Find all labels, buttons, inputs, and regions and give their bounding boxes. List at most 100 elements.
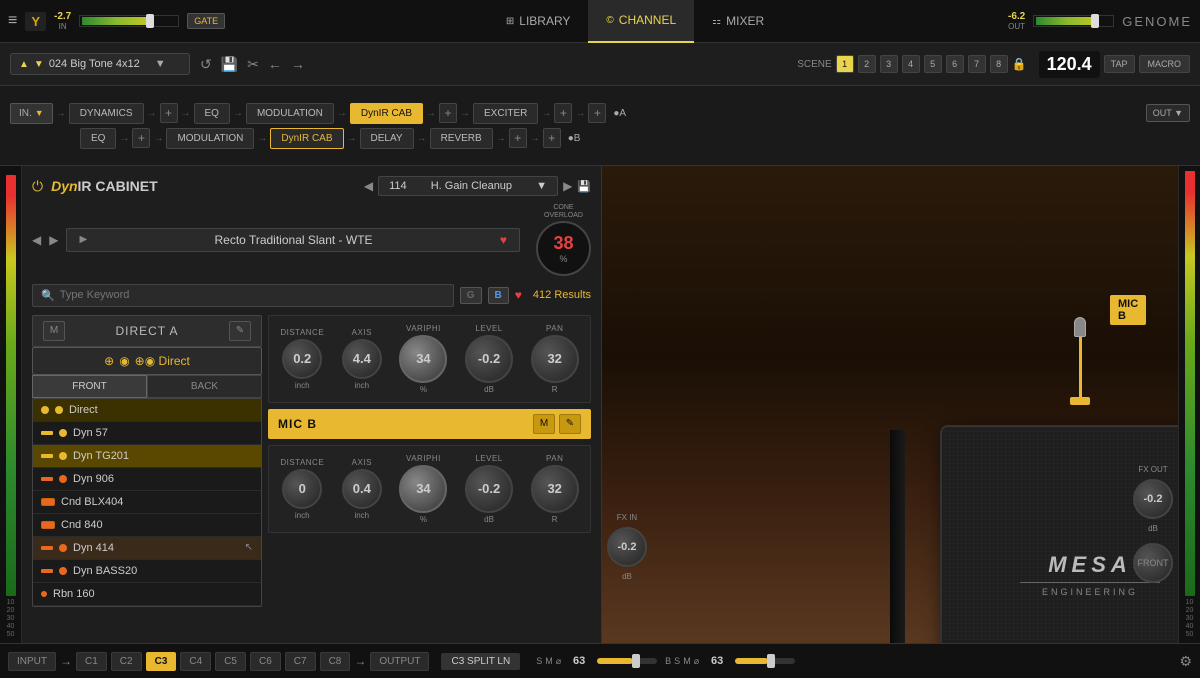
preset-down-arrow[interactable]: ▼ [34,59,44,70]
c2-btn[interactable]: C2 [111,652,142,671]
scene-btn-3[interactable]: 3 [880,55,898,73]
distance-knob-b[interactable]: 0 [282,469,322,509]
pan-knob-a[interactable]: 32 [531,335,579,383]
pan-knob-b[interactable]: 32 [531,465,579,513]
menu-icon[interactable]: ≡ [8,12,17,30]
direct-button[interactable]: ⊕ ◉ ⊕◉ Direct [32,347,262,375]
preset-next-arrow[interactable]: ▶ [563,179,572,193]
front-btn[interactable]: FRONT [32,375,147,398]
nav-channel[interactable]: © CHANNEL [588,0,694,43]
mic-item-bass20[interactable]: Dyn BASS20 [33,560,261,583]
channel-a-fader[interactable] [597,658,657,664]
eq-node-b[interactable]: EQ [80,128,116,149]
level-knob-b[interactable]: -0.2 [465,465,513,513]
chain-plus-3[interactable]: + [554,103,572,123]
mic-b-edit-btn[interactable]: ✎ [559,414,581,434]
heart-icon[interactable]: ♥ [500,233,507,247]
distance-knob-a[interactable]: 0.2 [282,339,322,379]
mic-item-tg201[interactable]: Dyn TG201 [33,445,261,468]
fx-out-knob[interactable]: -0.2 [1133,479,1173,519]
exciter-node[interactable]: EXCITER [473,103,538,124]
tag-b-button[interactable]: B [488,287,509,304]
c3-btn[interactable]: C3 [146,652,177,671]
cut-icon[interactable]: ✂ [245,54,261,75]
settings-icon[interactable]: ⚙ [1179,653,1192,670]
preset-nav-name[interactable]: 114 H. Gain Cleanup ▼ [378,176,558,196]
channel-b-fader-thumb[interactable] [767,654,775,668]
scene-btn-8[interactable]: 8 [990,55,1008,73]
nav-mixer[interactable]: ⚏ MIXER [694,0,782,43]
fx-out-knob-2[interactable]: FRONT [1133,543,1173,583]
gate-button[interactable]: GATE [187,13,225,29]
chain-plus-1[interactable]: + [160,103,178,123]
mic-item-414[interactable]: Dyn 414 ↖ [33,537,261,560]
scene-btn-7[interactable]: 7 [968,55,986,73]
mic-item-dyn57[interactable]: Dyn 57 [33,422,261,445]
chain-plus-4[interactable]: + [588,103,606,123]
level-bar-out[interactable] [1033,15,1114,27]
cab-prev-arrow[interactable]: ◀ [32,233,41,247]
preset-save-icon[interactable]: 💾 [577,180,591,193]
nav-library[interactable]: ⊞ LIBRARY [488,0,589,43]
eq-node-a[interactable]: EQ [194,103,230,124]
channel-b-fader[interactable] [735,658,795,664]
level-handle-out[interactable] [1091,14,1099,28]
chain-plus-b1[interactable]: + [132,128,150,148]
input-btn[interactable]: INPUT [8,652,56,671]
cab-next-arrow[interactable]: ▶ [49,233,58,247]
macro-button[interactable]: MACRO [1139,55,1191,73]
fx-in-knob[interactable]: -0.2 [607,527,647,567]
scene-btn-5[interactable]: 5 [924,55,942,73]
chain-plus-b3[interactable]: + [543,128,561,148]
scene-btn-6[interactable]: 6 [946,55,964,73]
c5-btn[interactable]: C5 [215,652,246,671]
tag-g-button[interactable]: G [460,287,482,304]
cab-name[interactable]: ▶ Recto Traditional Slant - WTE ♥ [66,228,520,252]
c6-btn[interactable]: C6 [250,652,281,671]
level-knob-a[interactable]: -0.2 [465,335,513,383]
preset-dropdown-arrow[interactable]: ▼ [155,58,166,70]
heart-filter-icon[interactable]: ♥ [515,288,522,302]
search-input[interactable] [60,289,445,301]
level-handle[interactable] [146,14,154,28]
revert-icon[interactable]: ↺ [198,54,214,75]
scene-btn-4[interactable]: 4 [902,55,920,73]
chain-out-a[interactable]: OUT ▼ [1146,104,1190,122]
dynamics-node[interactable]: DYNAMICS [69,103,144,124]
undo-icon[interactable]: ← [266,54,284,74]
mic-item-blx404[interactable]: Cnd BLX404 [33,491,261,514]
direct-a-edit-btn[interactable]: ✎ [229,321,251,341]
chain-plus-b2[interactable]: + [509,128,527,148]
search-box[interactable]: 🔍 [32,284,454,307]
reverb-node[interactable]: REVERB [430,128,493,149]
axis-knob-a[interactable]: 4.4 [342,339,382,379]
axis-knob-b[interactable]: 0.4 [342,469,382,509]
dynirab-node-a[interactable]: DynIR CAB [350,103,423,124]
c1-btn[interactable]: C1 [76,652,107,671]
preset-prev-arrow[interactable]: ◀ [364,179,373,193]
delay-node[interactable]: DELAY [360,128,414,149]
redo-icon[interactable]: → [289,54,307,74]
c8-btn[interactable]: C8 [320,652,351,671]
c7-btn[interactable]: C7 [285,652,316,671]
chain-in[interactable]: IN. ▼ [10,103,53,124]
preset-selector[interactable]: ▲ ▼ 024 Big Tone 4x12 ▼ [10,53,190,75]
modulation-node-b[interactable]: MODULATION [166,128,254,149]
scene-btn-2[interactable]: 2 [858,55,876,73]
preset-up-arrow[interactable]: ▲ [19,59,29,70]
tap-button[interactable]: TAP [1104,55,1135,73]
save-icon[interactable]: 💾 [219,54,240,75]
dynircab-node-b[interactable]: DynIR CAB [270,128,343,149]
mic-item-direct[interactable]: Direct [33,399,261,422]
output-btn[interactable]: OUTPUT [370,652,429,671]
back-btn[interactable]: BACK [147,375,262,398]
mic-item-rbn160[interactable]: Rbn 160 [33,583,261,606]
level-bar[interactable] [79,15,179,27]
mic-item-906[interactable]: Dyn 906 [33,468,261,491]
direct-a-m-btn[interactable]: M [43,321,65,341]
chain-plus-2[interactable]: + [439,103,457,123]
mic-b-m-btn[interactable]: M [533,414,555,434]
modulation-node-a[interactable]: MODULATION [246,103,334,124]
variphi-knob-b[interactable]: 34 [399,465,447,513]
plugin-power-icon[interactable]: ⏻ [32,178,43,195]
